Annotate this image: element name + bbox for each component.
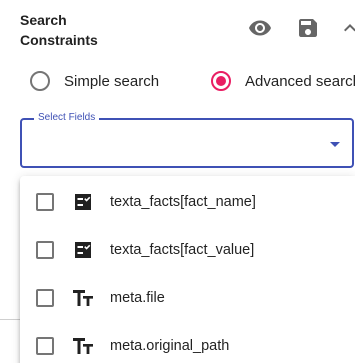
option-label: texta_facts[fact_value] — [110, 242, 255, 258]
simple-search-radio[interactable]: Simple search — [30, 66, 159, 96]
option-texta-facts-fact-name[interactable]: texta_facts[fact_name] — [20, 178, 355, 226]
select-fields-options-panel: texta_facts[fact_name] texta_facts[fact_… — [20, 176, 355, 363]
option-texta-facts-fact-value[interactable]: texta_facts[fact_value] — [20, 226, 355, 274]
option-label: meta.original_path — [110, 338, 230, 354]
divider — [0, 319, 20, 320]
option-meta-file[interactable]: meta.file — [20, 274, 355, 322]
simple-search-label: Simple search — [64, 72, 160, 90]
advanced-search-label: Advanced search — [245, 72, 355, 90]
dropdown-arrow-icon[interactable] — [330, 142, 340, 147]
text-type-icon — [71, 334, 95, 358]
checkbox[interactable] — [36, 289, 54, 307]
eye-icon[interactable] — [246, 14, 274, 42]
radio-checked-icon[interactable] — [211, 71, 231, 91]
advanced-search-radio[interactable]: Advanced search — [211, 66, 355, 96]
fact-icon — [71, 190, 95, 214]
radio-unchecked-icon[interactable] — [30, 71, 50, 91]
save-icon[interactable] — [294, 14, 322, 42]
option-label: texta_facts[fact_name] — [110, 194, 256, 210]
text-type-icon — [71, 286, 95, 310]
page-title: Search Constraints — [20, 10, 98, 50]
checkbox[interactable] — [36, 241, 54, 259]
select-fields-dropdown[interactable]: Select Fields — [20, 111, 354, 168]
search-constraints-panel: Search Constraints Simple search Advance… — [0, 0, 355, 363]
title-line-2: Constraints — [20, 32, 98, 48]
select-fields-label: Select Fields — [34, 111, 100, 125]
chevron-up-icon[interactable] — [338, 14, 355, 42]
checkbox[interactable] — [36, 337, 54, 355]
checkbox[interactable] — [36, 193, 54, 211]
title-line-1: Search — [20, 12, 67, 28]
option-label: meta.file — [110, 290, 165, 306]
option-meta-original-path[interactable]: meta.original_path — [20, 322, 355, 363]
fact-icon — [71, 238, 95, 262]
